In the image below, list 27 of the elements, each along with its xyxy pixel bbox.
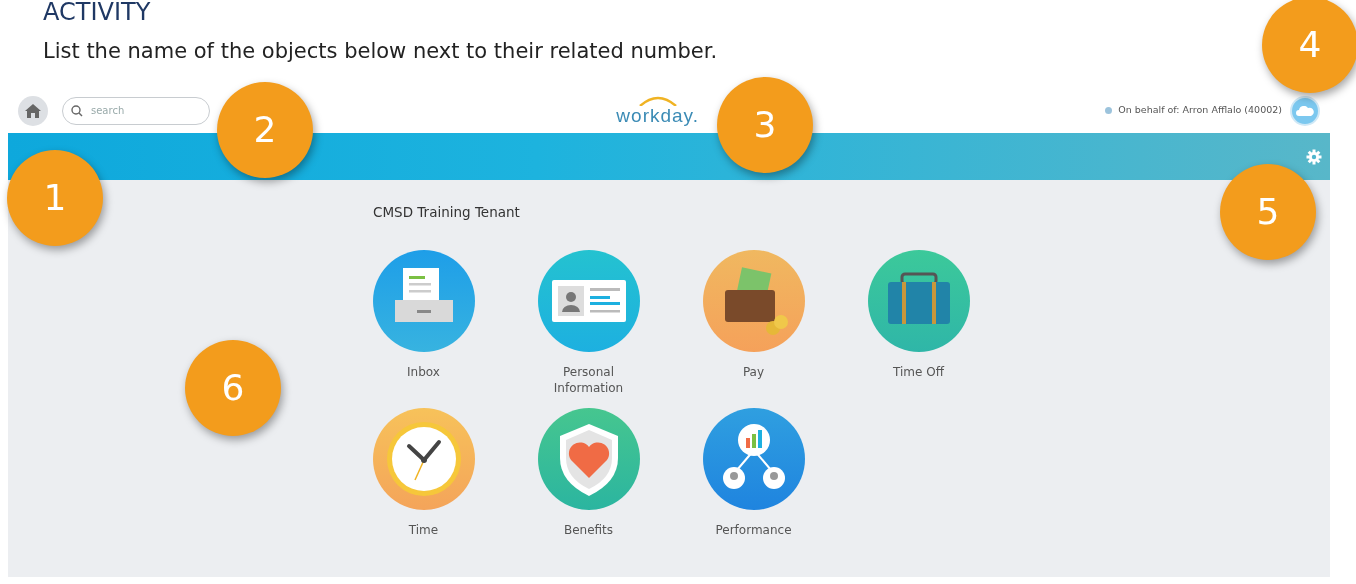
number-marker: 4 bbox=[1262, 0, 1356, 93]
inbox-icon[interactable] bbox=[372, 250, 475, 353]
app-label[interactable]: Benefits bbox=[533, 522, 644, 539]
home-icon bbox=[25, 103, 41, 118]
shield-icon[interactable] bbox=[537, 408, 640, 511]
app-label[interactable]: Time Off bbox=[863, 364, 974, 381]
wallet-icon[interactable] bbox=[702, 250, 805, 353]
proxy-label: On behalf of: Arron Afflalo (40002) bbox=[1118, 103, 1282, 118]
clock-icon[interactable] bbox=[372, 408, 475, 511]
app-label[interactable]: Inbox bbox=[368, 364, 479, 381]
instruction: List the name of the objects below next to their related number. bbox=[42, 38, 718, 65]
status-dot bbox=[1105, 107, 1113, 114]
search-field[interactable]: search bbox=[62, 96, 210, 125]
settings-icon[interactable] bbox=[1306, 148, 1322, 165]
suitcase-icon[interactable] bbox=[867, 250, 970, 353]
heading: ACTIVITY bbox=[42, 0, 152, 28]
app-label[interactable]: Personal Information bbox=[533, 364, 644, 397]
tenant-name: CMSD Training Tenant bbox=[373, 203, 520, 222]
org-chart-icon[interactable] bbox=[702, 408, 805, 511]
home-button[interactable] bbox=[18, 95, 48, 126]
app-label[interactable]: Time bbox=[368, 522, 479, 539]
logo: workday. bbox=[616, 96, 699, 125]
app-label[interactable]: Pay bbox=[698, 364, 809, 381]
search-icon bbox=[71, 104, 83, 117]
app-label[interactable]: Performance bbox=[698, 522, 809, 539]
id-card-icon[interactable] bbox=[537, 250, 640, 353]
profile-avatar[interactable] bbox=[1290, 95, 1320, 126]
